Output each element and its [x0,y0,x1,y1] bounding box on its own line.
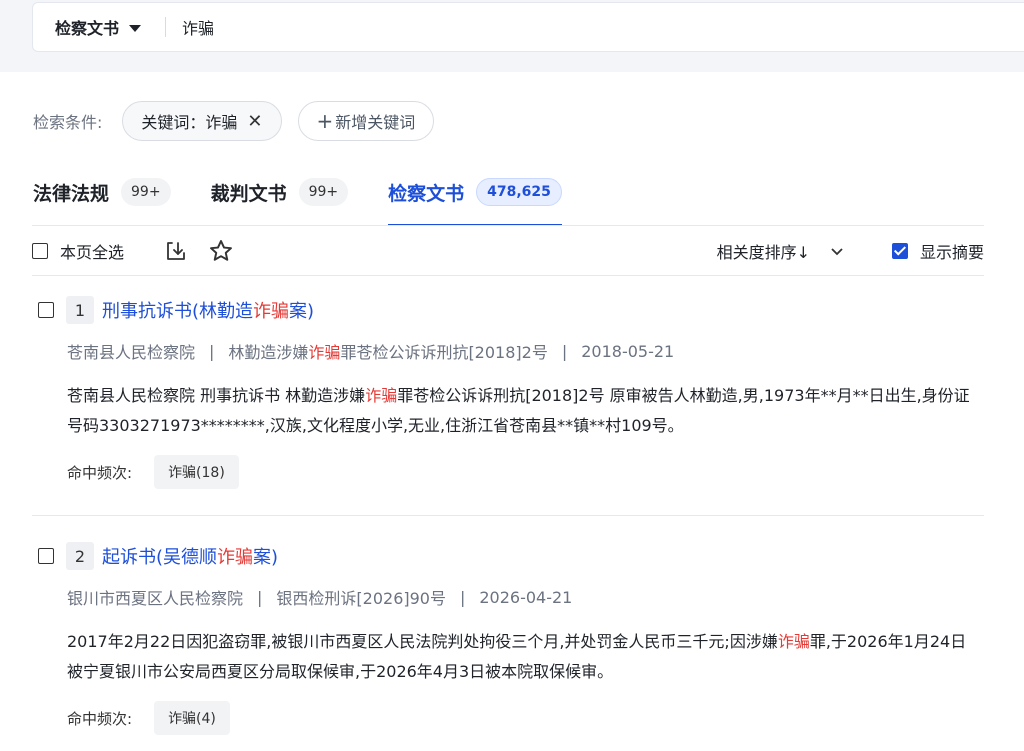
result-hits: 命中频次: 诈骗(18) [67,455,984,489]
search-scope-dropdown[interactable]: 检察文书 [33,15,142,39]
sort-label: 相关度排序↓ [716,243,810,262]
search-divider [165,17,167,37]
show-summary-checkbox[interactable] [891,243,908,259]
result-divider [32,515,984,516]
result-meta: 苍南县人民检察院 | 林勤造涉嫌诈骗罪苍检公诉诉刑抗[2018]2号 | 201… [67,339,984,363]
hits-label: 命中频次: [67,463,133,482]
show-summary-label: 显示摘要 [919,243,984,262]
result-item: 1 刑事抗诉书(林勤造诈骗案) 苍南县人民检察院 | 林勤造涉嫌诈骗罪苍检公诉诉… [38,295,984,489]
search-header: 检察文书 诈骗 [0,0,1024,72]
tabs-divider [32,225,984,226]
result-date: 2018-05-21 [581,341,675,361]
result-case-number: 银西检刑诉[2026]90号 [276,585,446,609]
close-icon[interactable]: ✕ [247,111,262,132]
search-input[interactable]: 诈骗 [182,15,214,39]
case-text: 银西检刑诉[2026]90号 [276,589,446,608]
star-icon[interactable] [208,238,234,264]
caret-down-icon [129,24,142,32]
result-date: 2026-04-21 [479,587,573,607]
tab-count-badge: 99+ [121,178,171,206]
meta-separator: | [459,587,466,607]
tab-label: 法律法规 [33,182,110,205]
result-meta: 银川市西夏区人民检察院 | 银西检刑诉[2026]90号 | 2026-04-2… [67,585,984,609]
summary-highlight: 诈骗 [777,632,810,651]
title-text: 起诉书(吴德顺 [102,547,218,568]
search-conditions: 检索条件: 关键词：诈骗 ✕ + 新增关键词 [33,101,435,141]
result-case-number: 林勤造涉嫌诈骗罪苍检公诉诉刑抗[2018]2号 [228,339,547,363]
tab-label: 裁判文书 [210,182,287,205]
result-checkbox[interactable] [38,548,54,564]
tab-judgments[interactable]: 裁判文书 99+ [211,172,349,212]
result-hits: 命中频次: 诈骗(4) [67,701,984,735]
title-text: 案) [253,547,279,568]
case-text: 罪苍检公诉诉刑抗[2018]2号 [340,343,548,362]
sort-dropdown[interactable]: 相关度排序↓ [717,239,844,263]
result-title-link[interactable]: 刑事抗诉书(林勤造诈骗案) [102,297,314,323]
keyword-chip[interactable]: 关键词：诈骗 ✕ [122,101,282,141]
result-checkbox[interactable] [38,302,54,318]
search-bar: 检察文书 诈骗 [32,2,1024,52]
title-highlight: 诈骗 [253,301,290,322]
result-summary: 苍南县人民检察院 刑事抗诉书 林勤造涉嫌诈骗罪苍检公诉诉刑抗[2018]2号 原… [67,381,982,441]
result-summary: 2017年2月22日因犯盗窃罪,被银川市西夏区人民法院判处拘役三个月,并处罚金人… [67,627,982,687]
title-text: 案) [289,301,315,322]
meta-separator: | [209,341,215,361]
hit-frequency-chip[interactable]: 诈骗(4) [154,701,230,735]
tab-count-badge: 478,625 [476,178,562,206]
meta-separator: | [257,587,263,607]
category-tabs: 法律法规 99+ 裁判文书 99+ 检察文书 478,625 [33,172,602,226]
hit-frequency-chip[interactable]: 诈骗(18) [154,455,239,489]
keyword-chip-label: 关键词：诈骗 [141,113,238,132]
title-text: 刑事抗诉书(林勤造 [102,301,254,322]
result-item: 2 起诉书(吴德顺诈骗案) 银川市西夏区人民检察院 | 银西检刑诉[2026]9… [38,541,984,735]
tab-procuratorate-docs[interactable]: 检察文书 478,625 [388,172,562,226]
title-highlight: 诈骗 [217,547,254,568]
results-toolbar: 本页全选 相关度排序↓ 显示摘要 [32,228,984,274]
result-index: 2 [66,542,94,570]
toolbar-divider [32,275,984,276]
summary-text: 苍南县人民检察院 刑事抗诉书 林勤造涉嫌 [67,386,366,405]
case-highlight: 诈骗 [308,343,341,362]
summary-highlight: 诈骗 [365,386,398,405]
search-scope-label: 检察文书 [55,19,120,38]
select-all-label: 本页全选 [60,243,125,262]
case-text: 林勤造涉嫌 [228,343,309,362]
tab-count-badge: 99+ [298,178,349,206]
select-all-checkbox[interactable] [32,243,48,259]
tab-laws[interactable]: 法律法规 99+ [33,172,171,212]
add-keyword-label: 新增关键词 [335,113,416,132]
show-summary-toggle[interactable]: 显示摘要 [891,239,984,263]
chevron-down-icon [830,242,844,261]
tab-label: 检察文书 [388,182,465,205]
result-title-link[interactable]: 起诉书(吴德顺诈骗案) [102,543,278,569]
result-court: 苍南县人民检察院 [67,343,196,362]
meta-separator: | [561,341,568,361]
conditions-label: 检索条件: [33,113,103,132]
result-court: 银川市西夏区人民检察院 [67,589,244,608]
download-icon[interactable] [164,239,188,263]
summary-text: 2017年2月22日因犯盗窃罪,被银川市西夏区人民法院判处拘役三个月,并处罚金人… [67,632,778,651]
add-keyword-button[interactable]: + 新增关键词 [297,101,435,141]
hits-label: 命中频次: [67,709,133,728]
result-index: 1 [66,296,94,324]
plus-icon: + [316,109,334,133]
